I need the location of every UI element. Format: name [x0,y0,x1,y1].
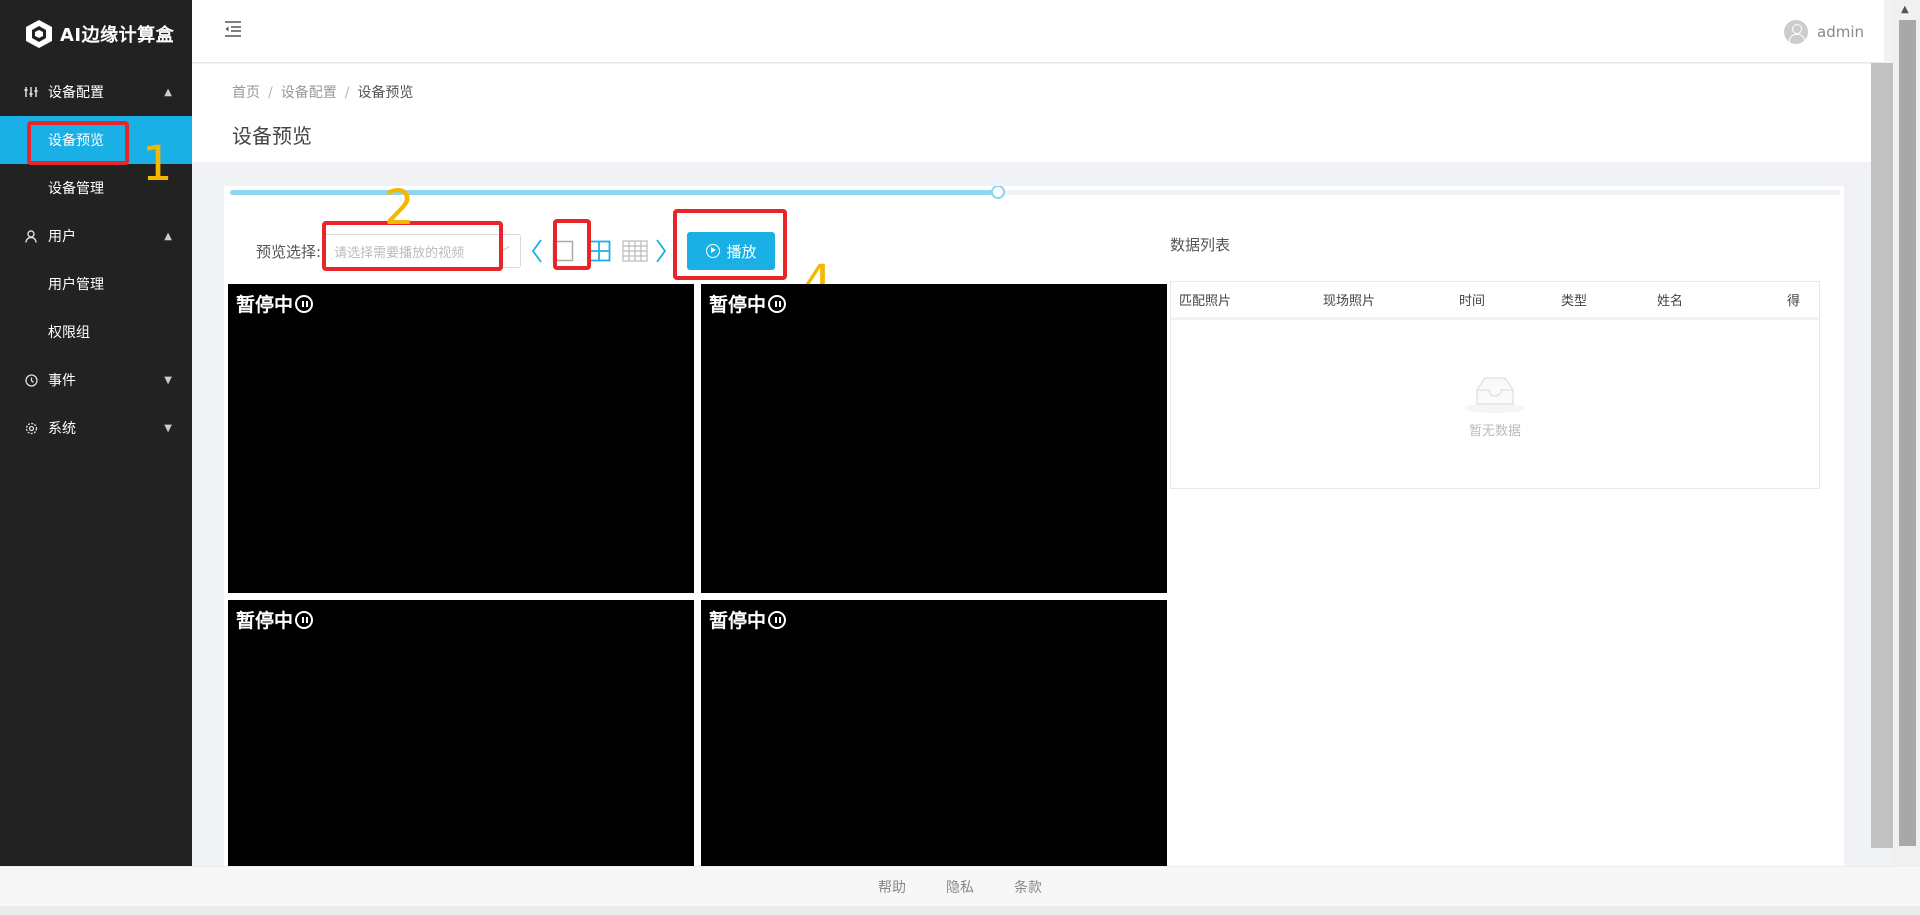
sidebar-group-device-config[interactable]: 设备配置 ▲ [0,68,192,116]
sidebar-item-label: 设备管理 [48,181,104,197]
sidebar: AI边缘计算盒 设备配置 ▲ 设备预览 设备管理 用户 ▲ 用户管理 权限组 事… [0,0,192,866]
video-grid: 暂停中 暂停中 暂停中 暂停中 [228,284,1172,866]
column-header: 匹配照片 [1179,294,1232,309]
sliders-icon [24,85,38,99]
column-header: 姓名 [1657,294,1684,309]
video-status-text: 暂停中 [236,294,294,316]
scroll-up-arrow-icon[interactable]: ▲ [1901,4,1909,15]
video-panel[interactable]: 暂停中 [701,600,1167,866]
breadcrumb-item-device-config[interactable]: 设备配置 [281,85,337,101]
grid-3x3-icon [622,240,648,262]
user-icon [24,229,38,243]
sidebar-group-label: 用户 [48,229,76,245]
window-scroll-thumb[interactable] [1899,20,1916,846]
gear-icon [24,421,38,435]
pause-icon [768,610,787,629]
sidebar-item-user-management[interactable]: 用户管理 [0,260,192,308]
window-scrollbar[interactable]: ▲ ▼ [1893,0,1920,915]
sidebar-item-label: 用户管理 [48,277,104,293]
annotation-number-2: 2 [384,186,415,236]
chevron-up-icon: ▲ [164,230,172,242]
box-logo-icon [26,20,52,48]
sidebar-group-label: 系统 [48,421,76,437]
data-list-title: 数据列表 [1170,236,1231,254]
chevron-right-icon [656,239,667,263]
next-page-button[interactable] [653,234,669,268]
pause-icon [768,294,787,313]
page-title: 设备预览 [232,124,312,148]
progress-handle[interactable] [991,186,1005,199]
pause-icon [295,610,314,629]
sidebar-group-label: 设备配置 [48,85,104,101]
breadcrumb-separator: / [268,85,273,101]
breadcrumb-separator: / [344,85,350,101]
breadcrumb-item-current: 设备预览 [357,85,414,101]
pause-icon [295,294,314,313]
chevron-down-icon: ▼ [164,374,172,386]
footer-link-privacy[interactable]: 隐私 [946,877,974,897]
footer-link-terms[interactable]: 条款 [1014,877,1042,897]
clock-icon [24,373,38,387]
top-header: admin [192,0,1884,63]
video-status: 暂停中 [709,606,787,633]
table-header: 匹配照片 现场照片 时间 类型 姓名 得 [1171,282,1819,320]
empty-inbox-icon [1465,377,1525,413]
sidebar-group-system[interactable]: 系统 ▼ [0,404,192,452]
column-header: 现场照片 [1323,294,1376,309]
sidebar-item-label: 权限组 [48,325,90,341]
empty-text: 暂无数据 [1468,424,1521,439]
sidebar-group-events[interactable]: 事件 ▼ [0,356,192,404]
progress-slider[interactable] [230,186,1840,199]
preview-select-label: 预览选择: [256,242,322,261]
video-status: 暂停中 [236,606,314,633]
column-header: 得 [1787,294,1801,309]
video-panel[interactable]: 暂停中 [228,284,694,593]
chevron-up-icon: ▲ [164,86,172,98]
app-logo[interactable]: AI边缘计算盒 [0,0,192,68]
avatar [1784,20,1808,44]
video-panel[interactable]: 暂停中 [228,600,694,866]
video-panel[interactable]: 暂停中 [701,284,1167,593]
annotation-box-3 [553,219,591,270]
column-header: 类型 [1561,294,1588,309]
bottom-strip [0,906,1920,915]
video-status-text: 暂停中 [709,294,767,316]
user-menu[interactable]: admin [1784,20,1864,44]
username: admin [1817,23,1864,41]
page-header: 首页 / 设备配置 / 设备预览 设备预览 [192,64,1884,162]
content-scroll-thumb[interactable] [1871,63,1893,848]
annotation-box-4 [673,209,787,280]
video-status-text: 暂停中 [236,610,294,632]
breadcrumb-item-home[interactable]: 首页 [232,85,260,101]
sidebar-group-user[interactable]: 用户 ▲ [0,212,192,260]
prev-page-button[interactable] [529,234,545,268]
sidebar-group-label: 事件 [48,373,76,389]
video-status-text: 暂停中 [709,610,767,632]
data-table: 匹配照片 现场照片 时间 类型 姓名 得 暂无数据 [1170,281,1820,489]
sidebar-item-permission-group[interactable]: 权限组 [0,308,192,356]
chevron-left-icon [531,239,542,263]
breadcrumb: 首页 / 设备配置 / 设备预览 [232,82,413,102]
app-title: AI边缘计算盒 [60,25,175,46]
video-status: 暂停中 [236,290,314,317]
content-card: 预览选择: 请选择需要播放的视频 ﹀ 播放 2 3 4 暂停中 [224,186,1844,866]
progress-fill [230,190,998,195]
chevron-down-icon: ▼ [164,422,172,434]
annotation-number-1: 1 [142,136,173,192]
footer: 帮助 隐私 条款 [0,866,1920,906]
empty-state: 暂无数据 [1171,372,1819,439]
content-scrollbar[interactable] [1871,63,1893,848]
layout-nine-button[interactable] [622,238,648,264]
footer-link-help[interactable]: 帮助 [878,877,906,897]
menu-collapse-icon[interactable] [224,20,242,38]
video-status: 暂停中 [709,290,787,317]
annotation-box-1 [27,121,129,165]
column-header: 时间 [1459,294,1486,309]
